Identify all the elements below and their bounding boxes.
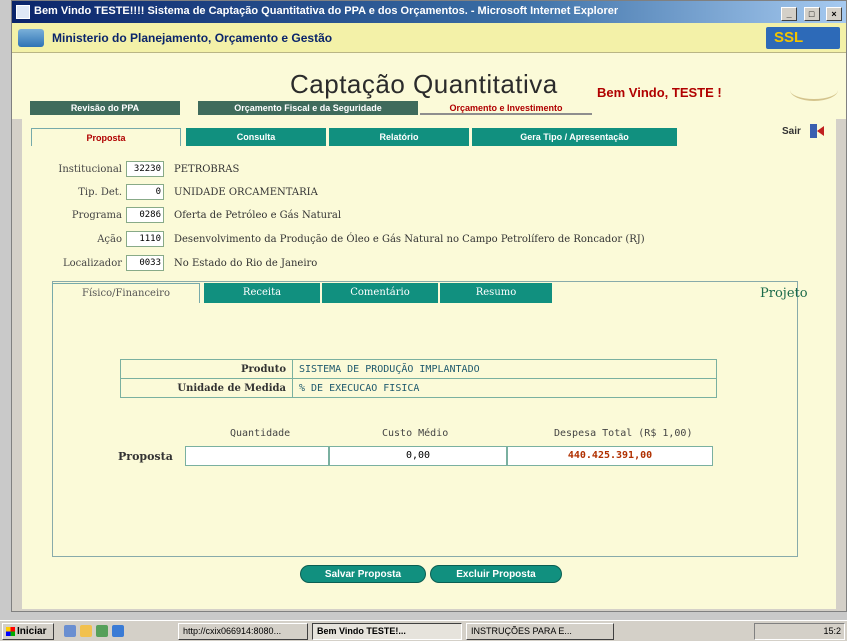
exit-label[interactable]: Sair bbox=[782, 126, 801, 137]
field-code-input[interactable]: 0286 bbox=[126, 207, 164, 223]
field-code-input[interactable]: 32230 bbox=[126, 161, 164, 177]
start-button[interactable]: Iniciar bbox=[2, 623, 54, 640]
taskbar-item-bem-vindo[interactable]: Bem Vindo TESTE!... bbox=[312, 623, 462, 640]
field-label: Institucional bbox=[58, 164, 122, 175]
product-table: Produto SISTEMA DE PRODUÇÃO IMPLANTADO U… bbox=[120, 359, 717, 398]
nav-revisao-ppa[interactable]: Revisão do PPA bbox=[30, 101, 180, 115]
tab-consulta[interactable]: Consulta bbox=[186, 128, 326, 146]
folder-icon[interactable] bbox=[80, 625, 92, 637]
delete-proposal-button[interactable]: Excluir Proposta bbox=[430, 565, 562, 583]
ie-quicklaunch-icon[interactable] bbox=[112, 625, 124, 637]
field-label: Ação bbox=[97, 234, 122, 245]
browser-window: Bem Vindo TESTE!!!! Sistema de Captação … bbox=[11, 0, 847, 612]
header-quantidade: Quantidade bbox=[230, 428, 291, 439]
taskbar: Iniciar http://cxix066914:8080... Bem Vi… bbox=[0, 620, 847, 641]
page-title: Captação Quantitativa bbox=[290, 69, 558, 99]
field-code-input[interactable]: 0033 bbox=[126, 255, 164, 271]
nav-orcamento-investimento[interactable]: Orçamento e Investimento bbox=[420, 101, 592, 115]
tab-resumo[interactable]: Resumo bbox=[440, 283, 552, 303]
app-icon[interactable] bbox=[96, 625, 108, 637]
table-row: Unidade de Medida % DE EXECUCAO FISICA bbox=[120, 378, 717, 398]
value-headers: Quantidade Custo Médio Despesa Total (R$… bbox=[182, 428, 716, 442]
unidade-value: % DE EXECUCAO FISICA bbox=[292, 378, 717, 398]
app-header: Captação Quantitativa Bem Vindo, TESTE !… bbox=[12, 53, 846, 119]
header-custo-medio: Custo Médio bbox=[382, 428, 449, 439]
desktop-icon[interactable] bbox=[64, 625, 76, 637]
taskbar-item-instrucoes[interactable]: INSTRUÇÕES PARA E... bbox=[466, 623, 614, 640]
nav-orcamento-fiscal[interactable]: Orçamento Fiscal e da Seguridade bbox=[198, 101, 418, 115]
minimize-button[interactable]: _ bbox=[781, 7, 798, 21]
title-bar[interactable]: Bem Vindo TESTE!!!! Sistema de Captação … bbox=[12, 1, 846, 23]
despesa-total-input[interactable]: 440.425.391,00 bbox=[507, 446, 713, 466]
exit-door-icon[interactable] bbox=[809, 123, 825, 139]
field-label: Tip. Det. bbox=[78, 187, 122, 198]
produto-label: Produto bbox=[120, 359, 293, 379]
field-value: PETROBRAS bbox=[174, 164, 240, 175]
detail-panel bbox=[52, 281, 798, 557]
window-title: Bem Vindo TESTE!!!! Sistema de Captação … bbox=[34, 5, 619, 17]
field-value: Oferta de Petróleo e Gás Natural bbox=[174, 210, 342, 221]
signature-decoration bbox=[790, 79, 838, 101]
unidade-label: Unidade de Medida bbox=[120, 378, 293, 398]
taskbar-item-url[interactable]: http://cxix066914:8080... bbox=[178, 623, 308, 640]
field-value: No Estado do Rio de Janeiro bbox=[174, 258, 318, 269]
tab-comentario[interactable]: Comentário bbox=[322, 283, 438, 303]
field-code-input[interactable]: 1110 bbox=[126, 231, 164, 247]
clock: 15:2 bbox=[823, 626, 841, 636]
projeto-label: Projeto bbox=[760, 286, 808, 301]
field-code-input[interactable]: 0 bbox=[126, 184, 164, 200]
field-label: Programa bbox=[71, 210, 122, 221]
tab-proposta[interactable]: Proposta bbox=[31, 128, 181, 146]
ministry-logo-icon bbox=[18, 29, 44, 47]
header-despesa-total: Despesa Total (R$ 1,00) bbox=[554, 428, 693, 439]
quantidade-input[interactable] bbox=[185, 446, 329, 466]
ie-icon bbox=[16, 5, 30, 19]
main-content: Proposta Consulta Relatório Gera Tipo / … bbox=[22, 119, 836, 609]
tab-receita[interactable]: Receita bbox=[204, 283, 320, 303]
save-proposal-button[interactable]: Salvar Proposta bbox=[300, 565, 426, 583]
field-value: UNIDADE ORCAMENTARIA bbox=[174, 187, 318, 198]
tab-relatorio[interactable]: Relatório bbox=[329, 128, 469, 146]
field-label: Localizador bbox=[62, 258, 122, 269]
custo-medio-input[interactable]: 0,00 bbox=[329, 446, 507, 466]
main-tabs: Proposta Consulta Relatório Gera Tipo / … bbox=[31, 128, 691, 146]
logo-text: SSL bbox=[774, 29, 804, 46]
ministry-name: Ministerio do Planejamento, Orçamento e … bbox=[52, 31, 333, 45]
produto-value: SISTEMA DE PRODUÇÃO IMPLANTADO bbox=[292, 359, 717, 379]
system-tray: 15:2 bbox=[754, 623, 845, 640]
sub-tabs: Físico/Financeiro Receita Comentário Res… bbox=[52, 283, 552, 303]
ministry-bar: Ministerio do Planejamento, Orçamento e … bbox=[12, 23, 846, 53]
tab-gera-tipo[interactable]: Gera Tipo / Apresentação bbox=[472, 128, 677, 146]
proposta-row-label: Proposta bbox=[118, 450, 173, 463]
field-value: Desenvolvimento da Produção de Óleo e Gá… bbox=[174, 234, 645, 245]
tab-fisico-financeiro[interactable]: Físico/Financeiro bbox=[52, 283, 200, 303]
close-button[interactable]: × bbox=[826, 7, 842, 21]
table-row: Produto SISTEMA DE PRODUÇÃO IMPLANTADO bbox=[120, 359, 717, 379]
welcome-text: Bem Vindo, TESTE ! bbox=[597, 85, 722, 100]
ssl-logo: SSL bbox=[766, 27, 840, 49]
maximize-button[interactable]: □ bbox=[803, 7, 820, 21]
